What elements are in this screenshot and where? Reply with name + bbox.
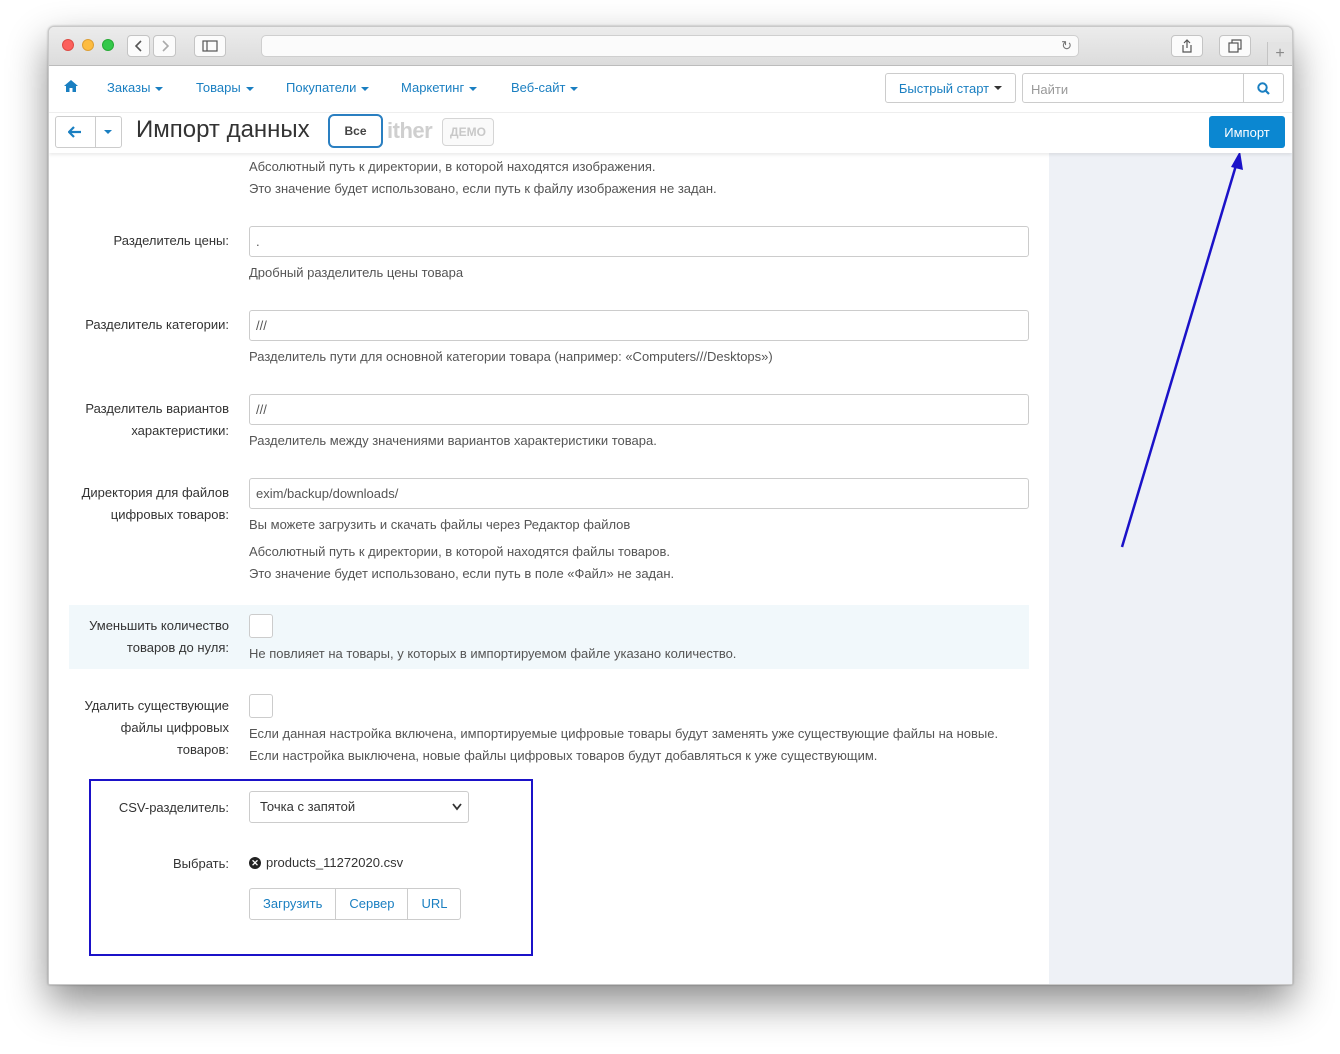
tabs-icon bbox=[1228, 39, 1242, 53]
url-button[interactable]: URL bbox=[408, 889, 460, 919]
delete-files-help: Если данная настройка включена, импортир… bbox=[249, 726, 999, 741]
page-title: Импорт данных bbox=[136, 116, 310, 143]
reload-icon[interactable]: ↻ bbox=[1061, 38, 1072, 54]
browser-forward-button[interactable] bbox=[153, 35, 176, 57]
reduce-qty-label: Уменьшить количество bbox=[89, 618, 229, 633]
nav-orders[interactable]: Заказы bbox=[107, 80, 164, 95]
caret-down-icon bbox=[570, 86, 579, 91]
home-icon[interactable] bbox=[64, 80, 78, 95]
delete-files-label: товаров: bbox=[176, 742, 229, 757]
selected-file: ✕ products_11272020.csv bbox=[249, 855, 403, 870]
digital-dir-label: Директория для файлов bbox=[81, 485, 229, 500]
arrow-left-icon bbox=[68, 126, 82, 138]
digital-dir-input[interactable]: exim/backup/downloads/ bbox=[249, 478, 1029, 509]
variant-separator-help: Разделитель между значениями вариантов х… bbox=[249, 433, 657, 448]
delete-files-label: файлы цифровых bbox=[120, 720, 229, 735]
address-bar[interactable]: ↻ bbox=[261, 35, 1079, 57]
reduce-qty-checkbox[interactable] bbox=[249, 614, 273, 638]
quick-start-button[interactable]: Быстрый старт bbox=[885, 73, 1016, 103]
back-button[interactable] bbox=[56, 117, 96, 147]
reduce-qty-help: Не повлияет на товары, у которых в импор… bbox=[249, 646, 737, 661]
digital-dir-label: цифровых товаров: bbox=[110, 507, 229, 522]
caret-down-icon bbox=[469, 86, 478, 91]
delete-files-checkbox[interactable] bbox=[249, 694, 273, 718]
plus-icon: + bbox=[1275, 44, 1285, 62]
browser-toolbar: ↻ + bbox=[49, 27, 1292, 66]
page-toolbar: Импорт данных Все ither ДЕМО Импорт bbox=[49, 113, 1292, 153]
delete-files-help: Если настройка выключена, новые файлы ци… bbox=[249, 748, 878, 763]
admin-top-nav: Заказы Товары Покупатели Маркетинг Веб-с… bbox=[49, 66, 1292, 113]
delete-files-label: Удалить существующие bbox=[84, 698, 229, 713]
chevron-right-icon bbox=[161, 40, 169, 52]
category-separator-input[interactable]: /// bbox=[249, 310, 1029, 341]
nav-marketing[interactable]: Маркетинг bbox=[401, 80, 478, 95]
close-window-button[interactable] bbox=[62, 39, 74, 51]
caret-down-icon bbox=[994, 86, 1003, 90]
vendor-logo: ither bbox=[387, 118, 433, 143]
browser-window: ↻ + Заказы Товары Покупатели Маркетинг В… bbox=[48, 26, 1293, 985]
variant-separator-input[interactable]: /// bbox=[249, 394, 1029, 425]
right-sidebar bbox=[1049, 153, 1292, 984]
selected-file-name: products_11272020.csv bbox=[266, 855, 404, 870]
search-button[interactable] bbox=[1243, 74, 1283, 102]
price-separator-input[interactable]: . bbox=[249, 226, 1029, 257]
back-button-group bbox=[55, 116, 122, 148]
category-separator-help: Разделитель пути для основной категории … bbox=[249, 349, 773, 364]
nav-website[interactable]: Веб-сайт bbox=[511, 80, 579, 95]
share-button[interactable] bbox=[1171, 35, 1203, 57]
zoom-window-button[interactable] bbox=[102, 39, 114, 51]
chevron-down-icon bbox=[452, 792, 462, 834]
caret-down-icon bbox=[155, 86, 164, 91]
search-input[interactable] bbox=[1029, 75, 1247, 103]
minimize-window-button[interactable] bbox=[82, 39, 94, 51]
caret-down-icon bbox=[245, 86, 254, 91]
price-separator-label: Разделитель цены: bbox=[113, 233, 229, 248]
variant-separator-label: характеристики: bbox=[131, 423, 229, 438]
digital-dir-help: Вы можете загрузить и скачать файлы чере… bbox=[249, 517, 631, 532]
images-dir-help: Это значение будет использовано, если пу… bbox=[249, 181, 717, 196]
digital-dir-help: Абсолютный путь к директории, в которой … bbox=[249, 544, 670, 559]
import-button[interactable]: Импорт bbox=[1209, 116, 1285, 148]
new-tab-button[interactable]: + bbox=[1267, 42, 1292, 65]
tabs-overview-button[interactable] bbox=[1219, 35, 1251, 57]
choose-file-label: Выбрать: bbox=[173, 856, 229, 871]
share-icon bbox=[1182, 39, 1192, 53]
file-source-buttons: Загрузить Сервер URL bbox=[249, 888, 462, 920]
category-separator-label: Разделитель категории: bbox=[85, 317, 229, 332]
browser-back-button[interactable] bbox=[127, 35, 150, 57]
search-icon bbox=[1257, 81, 1270, 95]
search-box bbox=[1022, 73, 1284, 103]
remove-file-icon[interactable]: ✕ bbox=[249, 856, 261, 869]
demo-badge[interactable]: ДЕМО bbox=[442, 118, 494, 146]
sidebar-toggle-button[interactable] bbox=[194, 35, 226, 57]
import-settings-form: Абсолютный путь к директории, в которой … bbox=[49, 153, 1292, 984]
csv-separator-label: CSV-разделитель: bbox=[118, 800, 229, 815]
chevron-left-icon bbox=[134, 40, 142, 52]
nav-products[interactable]: Товары bbox=[196, 80, 254, 95]
reduce-qty-label: товаров до нуля: bbox=[126, 640, 229, 655]
digital-dir-help: Это значение будет использовано, если пу… bbox=[249, 566, 675, 581]
caret-down-icon bbox=[104, 130, 113, 134]
variant-separator-label: Разделитель вариантов bbox=[85, 401, 229, 416]
sidebar-icon bbox=[202, 40, 218, 52]
images-dir-help: Абсолютный путь к директории, в которой … bbox=[249, 159, 656, 174]
back-dropdown-button[interactable] bbox=[96, 117, 121, 147]
csv-separator-select[interactable]: Точка с запятой bbox=[249, 791, 469, 823]
price-separator-help: Дробный разделитель цены товара bbox=[249, 265, 464, 280]
caret-down-icon bbox=[361, 86, 370, 91]
server-button[interactable]: Сервер bbox=[336, 889, 409, 919]
nav-customers[interactable]: Покупатели bbox=[286, 80, 370, 95]
upload-button[interactable]: Загрузить bbox=[250, 889, 337, 919]
storefront-all-button[interactable]: Все bbox=[328, 114, 383, 148]
